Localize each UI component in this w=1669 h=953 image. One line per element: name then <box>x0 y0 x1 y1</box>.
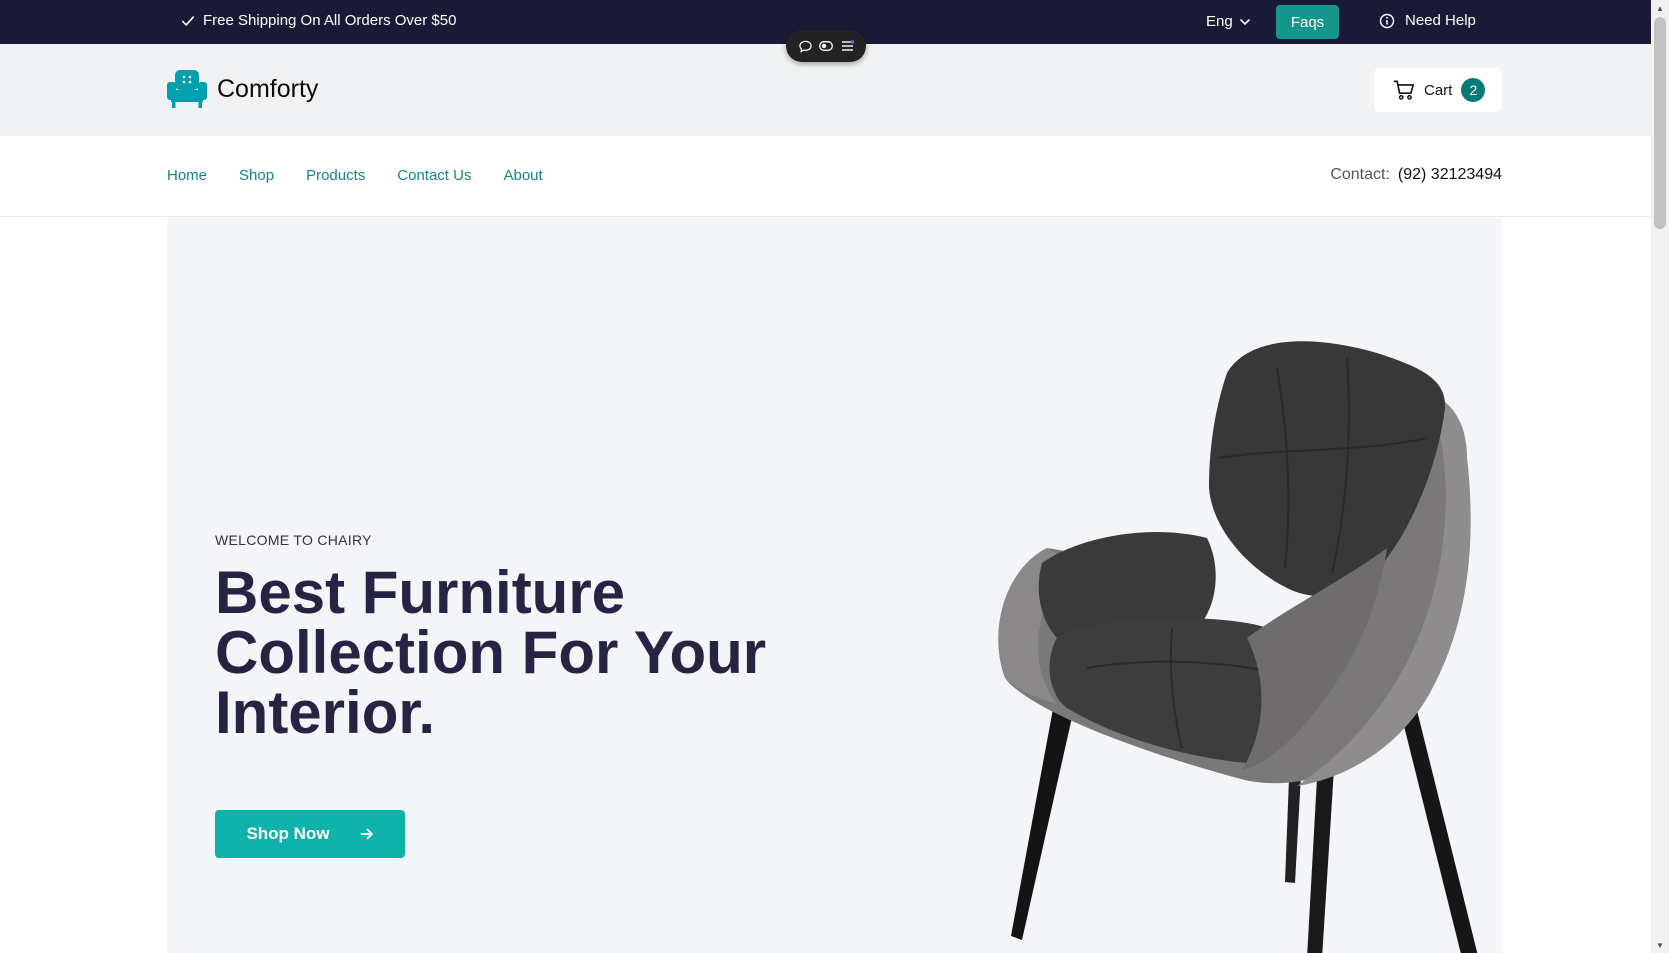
check-icon <box>181 15 195 26</box>
contact-label: Contact: <box>1330 166 1390 183</box>
cart-button[interactable]: Cart 2 <box>1374 68 1502 112</box>
nav-item-products[interactable]: Products <box>306 167 365 184</box>
shop-now-button[interactable]: Shop Now <box>215 810 405 858</box>
chevron-down-icon <box>1239 18 1250 25</box>
hero-section: WELCOME TO CHAIRY Best Furniture Collect… <box>167 218 1502 953</box>
cart-label: Cart <box>1424 81 1453 99</box>
contact-info: Contact: (92) 32123494 <box>1330 166 1502 184</box>
page: Free Shipping On All Orders Over $50 Eng… <box>0 0 1669 953</box>
faqs-button[interactable]: Faqs <box>1276 5 1339 39</box>
need-help-label: Need Help <box>1405 12 1476 29</box>
cart-count-badge: 2 <box>1461 78 1486 102</box>
language-select[interactable]: Eng <box>1206 13 1251 30</box>
chat-icon[interactable] <box>797 38 813 54</box>
hero-title: Best Furniture Collection For Your Inter… <box>215 559 767 746</box>
hero-eyebrow: WELCOME TO CHAIRY <box>215 532 372 548</box>
info-icon <box>1379 13 1395 28</box>
scrollbar-thumb[interactable] <box>1654 17 1666 229</box>
shipping-notice: Free Shipping On All Orders Over $50 <box>181 12 456 29</box>
page-scrollbar[interactable]: ▲ ▼ <box>1651 0 1669 953</box>
nav-item-contact-us[interactable]: Contact Us <box>397 167 471 184</box>
nav-links: Home Shop Products Contact Us About <box>167 167 543 184</box>
contact-phone: (92) 32123494 <box>1397 166 1502 183</box>
chair-image <box>998 341 1478 953</box>
nav-item-shop[interactable]: Shop <box>239 167 274 184</box>
scroll-up-icon[interactable]: ▲ <box>1655 3 1665 13</box>
shipping-text: Free Shipping On All Orders Over $50 <box>203 12 457 29</box>
armchair-logo-icon <box>167 70 207 108</box>
toggle-icon[interactable] <box>818 38 834 54</box>
menu-icon[interactable] <box>839 38 855 54</box>
language-label: Eng <box>1206 13 1233 30</box>
scroll-down-icon[interactable]: ▼ <box>1655 940 1665 950</box>
need-help-link[interactable]: Need Help <box>1379 12 1476 29</box>
brand-logo[interactable]: Comforty <box>167 70 318 108</box>
floating-toolbar <box>786 30 866 62</box>
shop-now-label: Shop Now <box>246 824 330 843</box>
nav-item-about[interactable]: About <box>503 167 542 184</box>
cart-icon <box>1393 80 1414 100</box>
nav-item-home[interactable]: Home <box>167 167 207 184</box>
brand-name: Comforty <box>217 74 319 103</box>
arrow-right-icon <box>360 828 373 840</box>
main-nav: Home Shop Products Contact Us About Cont… <box>0 136 1651 217</box>
